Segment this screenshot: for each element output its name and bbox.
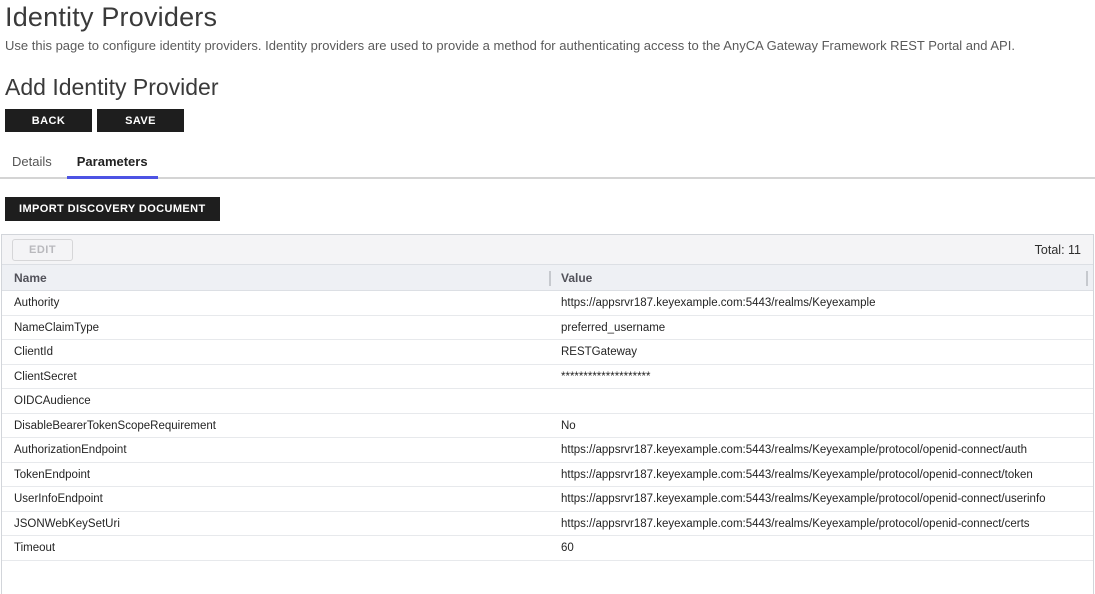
table-row[interactable]: AuthorizationEndpoint https://appsrvr187… — [2, 438, 1093, 463]
param-name: DisableBearerTokenScopeRequirement — [2, 420, 549, 432]
section-title: Add Identity Provider — [5, 75, 1090, 100]
edit-button[interactable]: EDIT — [12, 239, 73, 261]
identity-providers-page: Identity Providers Use this page to conf… — [0, 0, 1095, 594]
param-name: JSONWebKeySetUri — [2, 518, 549, 530]
page-description: Use this page to configure identity prov… — [5, 38, 1090, 53]
param-name: AuthorizationEndpoint — [2, 444, 549, 456]
table-row[interactable]: Timeout 60 — [2, 536, 1093, 561]
page-title: Identity Providers — [5, 2, 1090, 33]
column-header-name: Name — [2, 265, 549, 290]
table-row[interactable]: DisableBearerTokenScopeRequirement No — [2, 414, 1093, 439]
param-value: https://appsrvr187.keyexample.com:5443/r… — [549, 469, 1093, 481]
table-toolbar: EDIT Total: 11 — [2, 235, 1093, 264]
table-row[interactable]: ClientSecret ******************** — [2, 365, 1093, 390]
parameters-table: EDIT Total: 11 Name Value Authority http… — [1, 234, 1094, 594]
tab-bar: Details Parameters — [0, 150, 1095, 179]
tab-parameters[interactable]: Parameters — [67, 150, 158, 179]
table-header-row: Name Value — [2, 264, 1093, 291]
param-name: OIDCAudience — [2, 395, 549, 407]
param-value: https://appsrvr187.keyexample.com:5443/r… — [549, 493, 1093, 505]
table-row[interactable]: ClientId RESTGateway — [2, 340, 1093, 365]
table-row[interactable]: TokenEndpoint https://appsrvr187.keyexam… — [2, 463, 1093, 488]
table-row[interactable]: JSONWebKeySetUri https://appsrvr187.keye… — [2, 512, 1093, 537]
param-value: https://appsrvr187.keyexample.com:5443/r… — [549, 297, 1093, 309]
table-row[interactable]: Authority https://appsrvr187.keyexample.… — [2, 291, 1093, 316]
column-resize-handle[interactable] — [1086, 271, 1088, 286]
param-name: Authority — [2, 297, 549, 309]
total-count: Total: 11 — [1035, 243, 1081, 257]
param-name: UserInfoEndpoint — [2, 493, 549, 505]
param-name: TokenEndpoint — [2, 469, 549, 481]
param-name: ClientSecret — [2, 371, 549, 383]
param-value: https://appsrvr187.keyexample.com:5443/r… — [549, 518, 1093, 530]
param-value: RESTGateway — [549, 346, 1093, 358]
param-name: ClientId — [2, 346, 549, 358]
param-value: ******************** — [549, 371, 1093, 383]
table-row[interactable]: UserInfoEndpoint https://appsrvr187.keye… — [2, 487, 1093, 512]
param-value: preferred_username — [549, 322, 1093, 334]
back-button[interactable]: BACK — [5, 109, 92, 132]
table-row[interactable]: NameClaimType preferred_username — [2, 316, 1093, 341]
param-name: NameClaimType — [2, 322, 549, 334]
column-resize-handle[interactable] — [549, 271, 551, 286]
param-value: No — [549, 420, 1093, 432]
param-name: Timeout — [2, 542, 549, 554]
action-button-row: BACK SAVE — [5, 109, 1090, 132]
table-row[interactable]: OIDCAudience — [2, 389, 1093, 414]
save-button[interactable]: SAVE — [97, 109, 184, 132]
column-header-value: Value — [549, 265, 1093, 290]
tab-details[interactable]: Details — [7, 150, 57, 179]
param-value: https://appsrvr187.keyexample.com:5443/r… — [549, 444, 1093, 456]
import-discovery-document-button[interactable]: IMPORT DISCOVERY DOCUMENT — [5, 197, 220, 221]
param-value: 60 — [549, 542, 1093, 554]
